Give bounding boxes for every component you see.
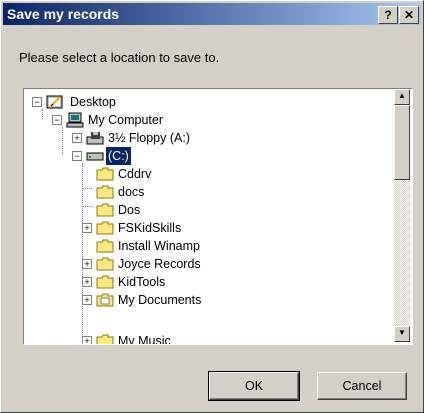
tree-node-label: FSKidSkills [118,221,182,235]
folder-icon [96,185,114,199]
tree-node-my-computer[interactable]: − My Computer [24,111,384,129]
tree-node-joyce-records[interactable]: + Joyce Records [24,255,384,273]
tree-node-c-drive[interactable]: − (C:) [24,146,384,166]
tree-node-cddrv[interactable]: Cddrv [24,165,384,183]
my-documents-folder-icon [96,293,114,307]
hard-drive-icon [86,152,104,161]
tree-node-fskidskills[interactable]: + FSKidSkills [24,219,384,237]
tree-node-install-winamp[interactable]: Install Winamp [24,237,384,255]
tree-node-label: docs [118,185,145,199]
tree-node-label: Desktop [70,95,116,109]
prompt-text: Please select a location to save to. [19,50,220,65]
expand-toggle[interactable]: + [82,277,92,287]
vertical-scrollbar[interactable]: ▲ ▼ [394,89,410,342]
expand-toggle[interactable]: + [72,133,82,143]
tree-node-label: Dos [118,203,141,217]
expand-toggle[interactable]: + [82,259,92,269]
collapse-toggle[interactable]: − [72,151,82,161]
floppy-drive-icon [86,132,104,145]
folder-icon [96,257,114,271]
tree-node-label: My Documents [118,293,202,307]
folder-tree[interactable]: − Desktop − My Computer + 3½ Floppy (A:)… [23,88,413,345]
tree-node-my-documents[interactable]: + My Documents [24,291,384,309]
desktop-icon [46,95,63,109]
window-title: Save my records [7,6,120,22]
help-button[interactable]: ? [378,6,398,24]
tree-node-dos[interactable]: Dos [24,201,384,219]
tree-node-label: Joyce Records [118,257,201,271]
expand-toggle[interactable]: + [82,295,92,305]
folder-icon [96,239,114,253]
tree-node-label: My Computer [88,113,164,127]
tree-node-label: (C:) [105,146,132,166]
computer-icon [66,112,84,128]
folder-icon [96,221,114,235]
arrow-down-icon: ▼ [398,328,406,337]
collapse-toggle[interactable]: − [32,97,42,107]
tree-view[interactable]: − Desktop − My Computer + 3½ Floppy (A:)… [24,89,392,344]
folder-icon [96,334,114,344]
tree-node-label: Cddrv [118,167,152,181]
arrow-up-icon: ▲ [398,91,406,100]
tree-node-label: Install Winamp [118,239,200,253]
folder-icon [96,275,114,289]
tree-node-my-music[interactable]: + My Music [24,332,384,344]
expand-toggle[interactable]: + [82,336,92,344]
scroll-up-button[interactable]: ▲ [394,89,410,105]
title-bar[interactable]: Save my records ? ✕ [3,3,421,25]
scroll-thumb[interactable] [394,105,410,180]
close-button[interactable]: ✕ [399,6,419,24]
scroll-down-button[interactable]: ▼ [394,326,410,342]
folder-icon [96,203,114,217]
tree-node-label: KidTools [118,275,166,289]
tree-node-desktop[interactable]: − Desktop [24,93,384,111]
tree-node-label: 3½ Floppy (A:) [108,131,190,145]
folder-icon [96,167,114,181]
tree-node-label: My Music [118,334,171,344]
ok-button[interactable]: OK [208,371,300,401]
tree-node-floppy[interactable]: + 3½ Floppy (A:) [24,129,384,147]
save-dialog: Save my records ? ✕ Please select a loca… [0,0,424,413]
cancel-button[interactable]: Cancel [317,372,407,400]
tree-node-docs[interactable]: docs [24,183,384,201]
collapse-toggle[interactable]: − [52,115,62,125]
tree-node-kidtools[interactable]: + KidTools [24,273,384,291]
expand-toggle[interactable]: + [82,223,92,233]
